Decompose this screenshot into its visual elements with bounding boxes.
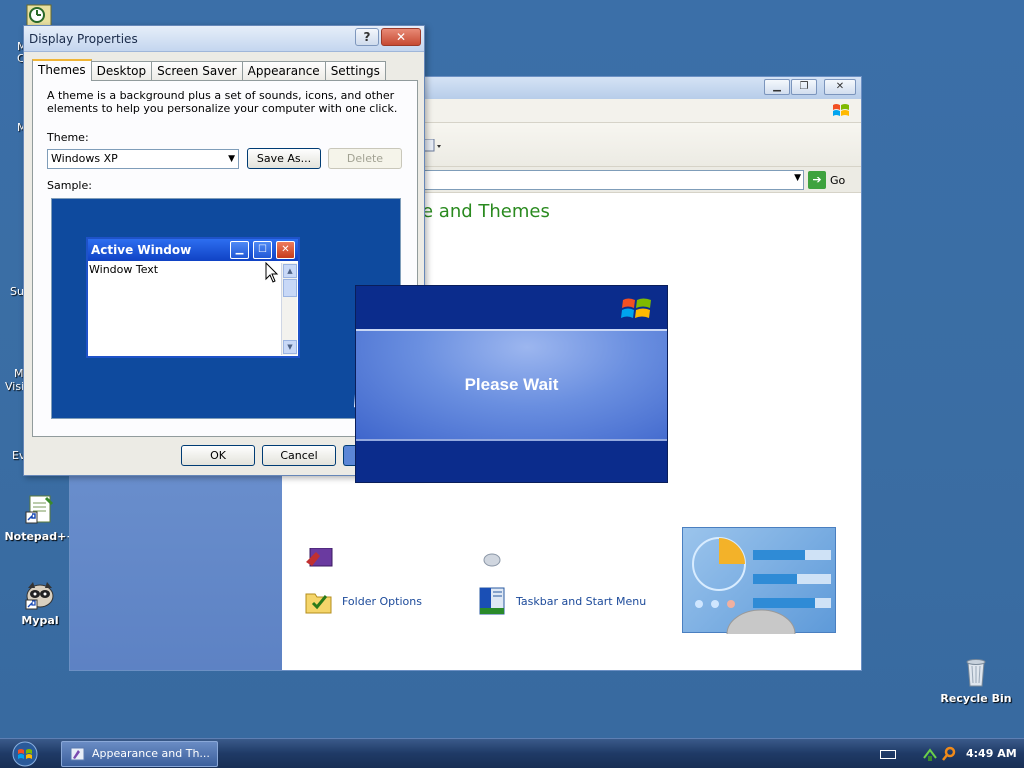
- theme-label: Theme:: [47, 131, 89, 144]
- mouse-cursor-icon: [265, 262, 279, 283]
- dialog-titlebar[interactable]: Display Properties ? ✕: [24, 26, 424, 52]
- sample-window-titlebar: Active Window ▁ ☐ ✕: [88, 239, 298, 261]
- network-icon[interactable]: [922, 746, 938, 762]
- desktop-icon-recycle-bin[interactable]: Recycle Bin: [936, 656, 1016, 705]
- sample-window-title: Active Window: [91, 243, 192, 257]
- notepadpp-icon: [25, 495, 54, 524]
- ok-button[interactable]: OK: [181, 445, 255, 466]
- appearance-illustration: [682, 527, 836, 659]
- close-button[interactable]: ✕: [824, 79, 856, 95]
- please-wait-text: Please Wait: [464, 375, 559, 394]
- tab-desktop[interactable]: Desktop: [90, 61, 153, 81]
- please-wait-footer: [356, 441, 667, 482]
- display-icon[interactable]: [478, 548, 506, 570]
- maximize-icon: ☐: [253, 241, 272, 259]
- task-label: Taskbar and Start Menu: [516, 594, 647, 608]
- save-as-button[interactable]: Save As...: [247, 148, 321, 169]
- desktop-icon-label: Notepad++: [4, 530, 76, 543]
- scroll-down-icon: ▼: [283, 340, 297, 354]
- theme-description: A theme is a background plus a set of so…: [47, 89, 398, 115]
- go-button[interactable]: ➔ Go: [808, 170, 845, 190]
- tab-screen-saver[interactable]: Screen Saver: [151, 61, 243, 81]
- sample-label: Sample:: [47, 179, 92, 192]
- minimize-icon: ▁: [230, 241, 249, 259]
- taskbar-start-menu-icon: [479, 587, 505, 615]
- search-icon[interactable]: [941, 746, 957, 762]
- taskbar-button-label: Appearance and Th...: [92, 747, 210, 760]
- mypal-icon: [25, 582, 54, 610]
- desktop-partial-label: Visi: [5, 380, 25, 393]
- control-panel-icon: [70, 747, 85, 761]
- keyboard-icon[interactable]: [880, 750, 896, 759]
- desktop-icon-label: Mypal: [21, 614, 59, 627]
- views-icon[interactable]: [424, 139, 442, 153]
- sample-window-text: Window Text: [89, 263, 159, 276]
- monitor-illustration-icon: [692, 537, 831, 659]
- category-heading: e and Themes: [422, 201, 550, 222]
- theme-value: Windows XP: [51, 152, 118, 165]
- taskbar-button-appearance[interactable]: Appearance and Th...: [61, 741, 218, 767]
- chevron-down-icon[interactable]: ▼: [228, 150, 235, 168]
- chevron-down-icon[interactable]: ▼: [794, 173, 801, 183]
- desktop-icon-label: Recycle Bin: [940, 692, 1012, 705]
- tab-strip: Themes Desktop Screen Saver Appearance S…: [32, 59, 386, 81]
- theme-sample-preview: Active Window ▁ ☐ ✕ Window Text ▲ ▼: [51, 198, 401, 419]
- start-button-icon[interactable]: [8, 741, 42, 767]
- tab-appearance[interactable]: Appearance: [241, 61, 326, 81]
- change-theme-icon[interactable]: [306, 548, 334, 570]
- go-label: Go: [830, 173, 846, 187]
- recycle-bin-icon: [966, 659, 986, 687]
- tab-themes[interactable]: Themes: [32, 59, 92, 81]
- theme-dropdown[interactable]: Windows XP ▼: [47, 149, 239, 169]
- help-button[interactable]: ?: [355, 28, 379, 46]
- folder-options-icon: [305, 593, 332, 614]
- tab-settings[interactable]: Settings: [324, 61, 386, 81]
- desktop-partial-label: Su: [10, 285, 24, 298]
- clock[interactable]: 4:49 AM: [966, 739, 1017, 768]
- sample-scrollbar: ▲ ▼: [281, 263, 297, 355]
- please-wait-header: [356, 286, 667, 329]
- task-folder-options[interactable]: Folder Options: [304, 586, 422, 616]
- dialog-title: Display Properties: [29, 32, 138, 46]
- please-wait-dialog: Please Wait: [355, 285, 668, 483]
- scroll-up-icon: ▲: [283, 264, 297, 278]
- desktop-icon-mypal[interactable]: Mypal: [0, 578, 80, 627]
- scroll-thumb: [283, 279, 297, 297]
- task-label: Folder Options: [342, 594, 422, 608]
- delete-button[interactable]: Delete: [328, 148, 402, 169]
- cancel-button[interactable]: Cancel: [262, 445, 336, 466]
- close-icon: ✕: [276, 241, 295, 259]
- close-button[interactable]: ✕: [381, 28, 421, 46]
- sample-active-window: Active Window ▁ ☐ ✕ Window Text ▲ ▼: [86, 237, 300, 358]
- windows-flag-icon: [833, 104, 849, 116]
- go-arrow-icon: ➔: [808, 171, 826, 189]
- windows-xp-logo-icon: [621, 298, 651, 318]
- minimize-button[interactable]: ▁: [764, 79, 790, 95]
- task-taskbar-start-menu[interactable]: Taskbar and Start Menu: [478, 586, 646, 616]
- taskbar: Appearance and Th... 4:49 AM: [0, 738, 1024, 768]
- desktop-icon-notepadpp[interactable]: Notepad++: [0, 494, 80, 543]
- maximize-button[interactable]: ❐: [791, 79, 817, 95]
